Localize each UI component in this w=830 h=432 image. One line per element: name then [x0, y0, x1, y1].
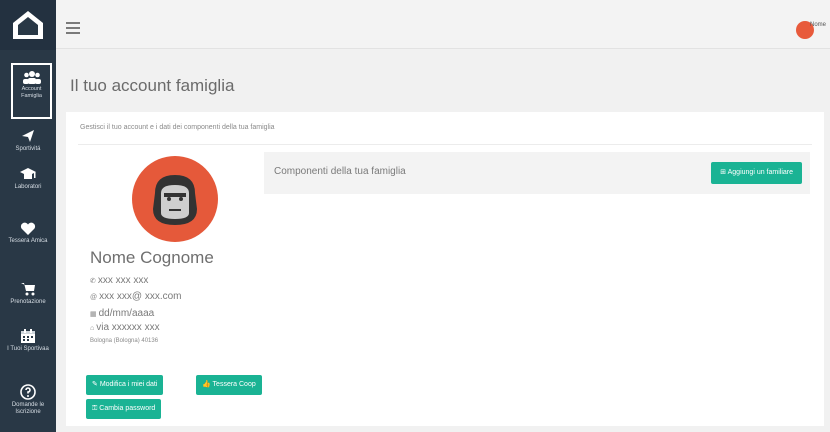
sidebar-item-label: Tessera Amica [8, 238, 48, 244]
plane-icon [22, 130, 34, 142]
sidebar-item-label: Prenotazione [10, 299, 46, 305]
user-name[interactable]: Nome [810, 22, 826, 28]
at-icon: @ [90, 294, 98, 301]
profile-name: Nome Cognome [90, 248, 214, 267]
phone-value: xxx xxx xxx [97, 275, 149, 286]
profile-birthdate: ▦ dd/mm/aaaa [90, 308, 154, 319]
thumbs-up-icon: 👍 [202, 381, 213, 388]
profile-address: ⌂ via xxxxxx xxx [90, 322, 160, 333]
sidebar-item-i-tuoi-sportivaa[interactable]: I Tuoi Sportivaa [0, 328, 56, 353]
calendar-icon [21, 329, 35, 343]
phone-icon: ✆ [90, 278, 96, 285]
add-family-member-button[interactable]: ⊞ Aggiungi un familiare [711, 162, 802, 184]
sidebar: Account Famiglia Sportivitá Laboratori T… [0, 0, 56, 432]
menu-toggle-icon[interactable] [66, 22, 80, 34]
panel-title: Componenti della tua famiglia [274, 166, 406, 177]
edit-label: Modifica i miei dati [99, 381, 158, 388]
topbar: Nome [56, 0, 830, 49]
profile-email: @ xxx xxx@ xxx.com [90, 291, 182, 302]
edit-data-button[interactable]: ✎ Modifica i miei dati [86, 375, 164, 395]
tessera-coop-button[interactable]: 👍 Tessera Coop [196, 375, 262, 395]
sidebar-item-prenotazione[interactable]: Prenotazione [0, 281, 56, 306]
page-title: Il tuo account famiglia [70, 76, 235, 95]
logo-icon [13, 11, 43, 39]
card-label: Tessera Coop [212, 381, 256, 388]
logo[interactable] [0, 0, 56, 50]
graduation-cap-icon [20, 168, 36, 179]
sidebar-item-sportivita[interactable]: Sportivitá [0, 128, 56, 153]
account-card: Gestisci il tuo account e i dati dei com… [66, 112, 824, 426]
users-icon [22, 71, 41, 84]
sidebar-item-domande[interactable]: Domande le Iscrizione [0, 384, 56, 416]
sidebar-item-laboratori[interactable]: Laboratori [0, 166, 56, 191]
gorilla-avatar-icon [153, 175, 197, 225]
question-icon [20, 384, 36, 400]
password-label: Cambia password [99, 405, 156, 412]
home-icon: ⌂ [90, 325, 95, 332]
address-value: via xxxxxx xxx [96, 322, 160, 333]
add-label: Aggiungi un familiare [727, 169, 793, 176]
calendar-icon: ▦ [90, 311, 97, 318]
profile-city: Bologna (Bologna) 40136 [90, 338, 159, 344]
shopping-cart-icon [21, 283, 35, 296]
email-value: xxx xxx@ xxx.com [99, 291, 182, 302]
sidebar-item-label: Account Famiglia [21, 86, 42, 99]
divider [78, 144, 812, 145]
card-subtitle: Gestisci il tuo account e i dati dei com… [80, 124, 275, 131]
sidebar-item-label: Domande le Iscrizione [11, 402, 45, 415]
edit-icon: ✎ [92, 381, 100, 388]
sidebar-item-label: Sportivitá [15, 146, 41, 152]
sidebar-item-label: Laboratori [14, 184, 42, 190]
birthdate-value: dd/mm/aaaa [98, 308, 155, 319]
sidebar-item-account-famiglia[interactable]: Account Famiglia [11, 63, 52, 119]
sidebar-item-label: I Tuoi Sportivaa [7, 346, 49, 352]
change-password-button[interactable]: ⚿ Cambia password [86, 399, 162, 419]
profile-phone: ✆ xxx xxx xxx [90, 275, 148, 286]
sidebar-item-tessera-amica[interactable]: Tessera Amica [0, 222, 56, 245]
plus-icon: ⊞ [720, 169, 728, 176]
profile-avatar [132, 156, 218, 242]
family-components-panel: Componenti della tua famiglia ⊞ Aggiungi… [264, 152, 810, 194]
heart-icon [20, 222, 36, 235]
